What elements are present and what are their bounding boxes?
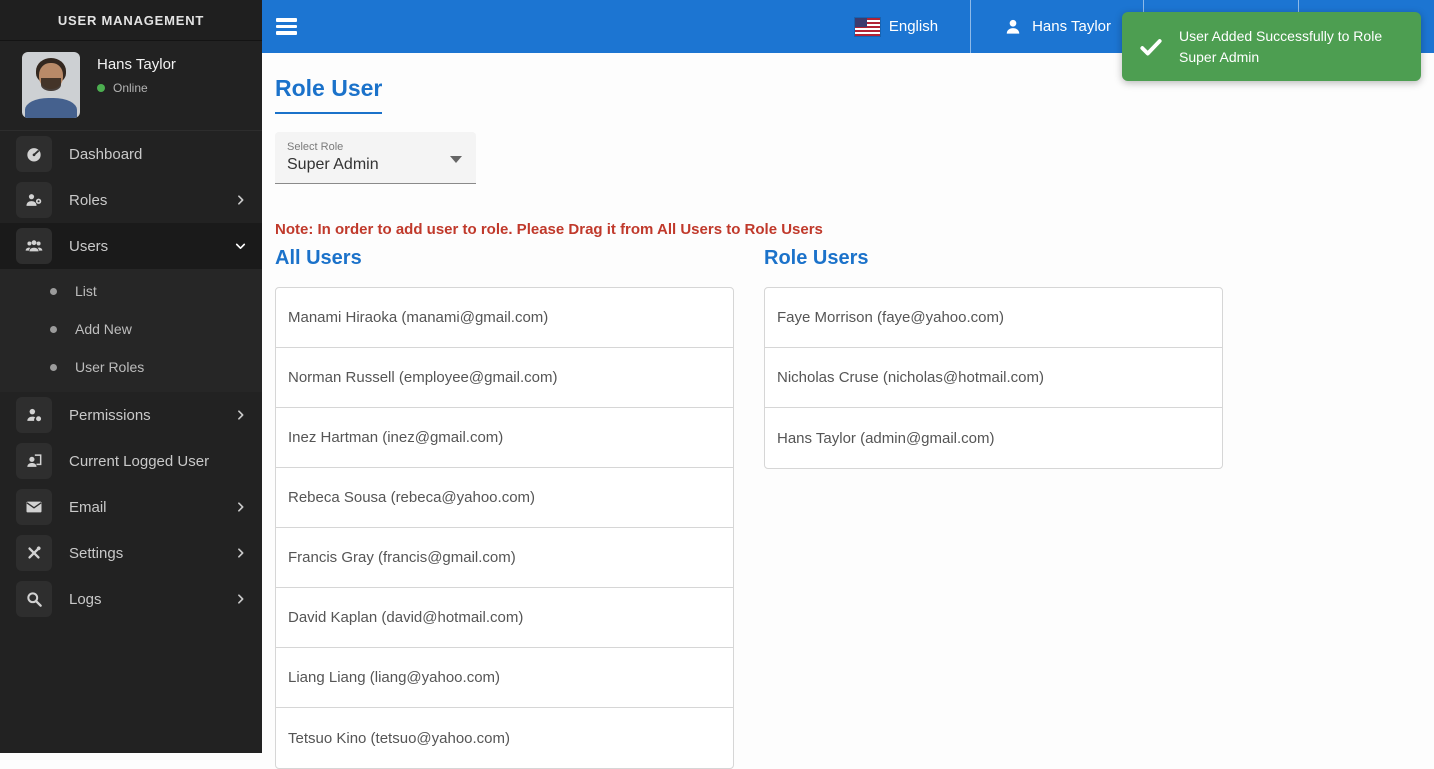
chevron-right-icon bbox=[234, 194, 247, 207]
bullet-icon bbox=[50, 326, 57, 333]
submenu-item-label: Add New bbox=[75, 321, 132, 337]
topbar-user-name: Hans Taylor bbox=[1032, 18, 1111, 35]
chevron-right-icon bbox=[234, 501, 247, 514]
sidebar-item-label: Current Logged User bbox=[69, 453, 209, 470]
toast-message: User Added Successfully to Role Super Ad… bbox=[1179, 26, 1405, 67]
chevron-right-icon bbox=[234, 547, 247, 560]
us-flag-icon bbox=[855, 18, 880, 36]
sidebar-item-email[interactable]: Email bbox=[0, 484, 262, 530]
sidebar-item-permissions[interactable]: Permissions bbox=[0, 392, 262, 438]
user-list-item[interactable]: Hans Taylor (admin@gmail.com) bbox=[765, 408, 1222, 468]
logs-icon bbox=[16, 581, 52, 617]
user-list-item[interactable]: Nicholas Cruse (nicholas@hotmail.com) bbox=[765, 348, 1222, 408]
online-status-label: Online bbox=[113, 81, 148, 95]
sidebar-item-label: Users bbox=[69, 238, 108, 255]
sidebar-item-settings[interactable]: Settings bbox=[0, 530, 262, 576]
role-users-column: Role Users Faye Morrison (faye@yahoo.com… bbox=[764, 247, 1223, 769]
app-title: USER MANAGEMENT bbox=[58, 13, 204, 28]
sidebar-item-current-logged-user[interactable]: Current Logged User bbox=[0, 438, 262, 484]
role-select[interactable]: Select Role Super Admin bbox=[275, 132, 476, 184]
language-selector[interactable]: English bbox=[823, 0, 970, 53]
role-users-title: Role Users bbox=[764, 247, 1223, 270]
sidebar-menu: Dashboard Roles Users List bbox=[0, 131, 262, 622]
toast-notification[interactable]: User Added Successfully to Role Super Ad… bbox=[1122, 12, 1421, 81]
user-icon bbox=[1003, 17, 1023, 37]
sidebar-item-label: Permissions bbox=[69, 407, 151, 424]
all-users-column: All Users Manami Hiraoka (manami@gmail.c… bbox=[275, 247, 734, 769]
user-list-item[interactable]: Inez Hartman (inez@gmail.com) bbox=[276, 408, 733, 468]
online-status-icon bbox=[97, 84, 105, 92]
email-icon bbox=[16, 489, 52, 525]
sidebar: USER MANAGEMENT Hans Taylor Online Dashb… bbox=[0, 0, 262, 753]
submenu-item-list[interactable]: List bbox=[0, 272, 262, 310]
main-content: Role User Select Role Super Admin Note: … bbox=[262, 53, 1434, 753]
all-users-title: All Users bbox=[275, 247, 734, 270]
role-users-list: Faye Morrison (faye@yahoo.com) Nicholas … bbox=[764, 287, 1223, 469]
logged-user-icon bbox=[16, 443, 52, 479]
app-title-bar: USER MANAGEMENT bbox=[0, 0, 262, 41]
users-icon bbox=[16, 228, 52, 264]
avatar bbox=[22, 52, 80, 118]
user-list-item[interactable]: David Kaplan (david@hotmail.com) bbox=[276, 588, 733, 648]
sidebar-item-roles[interactable]: Roles bbox=[0, 177, 262, 223]
topbar-user-menu[interactable]: Hans Taylor bbox=[971, 0, 1143, 53]
dashboard-icon bbox=[16, 136, 52, 172]
user-list-item[interactable]: Manami Hiraoka (manami@gmail.com) bbox=[276, 288, 733, 348]
user-list-item[interactable]: Faye Morrison (faye@yahoo.com) bbox=[765, 288, 1222, 348]
user-list-item[interactable]: Norman Russell (employee@gmail.com) bbox=[276, 348, 733, 408]
all-users-list: Manami Hiraoka (manami@gmail.com) Norman… bbox=[275, 287, 734, 769]
sidebar-item-logs[interactable]: Logs bbox=[0, 576, 262, 622]
role-select-value: Super Admin bbox=[287, 156, 464, 174]
caret-down-icon bbox=[450, 156, 462, 163]
submenu-item-user-roles[interactable]: User Roles bbox=[0, 348, 262, 386]
profile-panel: Hans Taylor Online bbox=[0, 41, 262, 131]
language-label: English bbox=[889, 18, 938, 35]
sidebar-item-label: Email bbox=[69, 499, 107, 516]
drag-note: Note: In order to add user to role. Plea… bbox=[275, 221, 1420, 238]
users-submenu: List Add New User Roles bbox=[0, 269, 262, 392]
sidebar-item-label: Roles bbox=[69, 192, 107, 209]
sidebar-item-label: Settings bbox=[69, 545, 123, 562]
sidebar-item-label: Logs bbox=[69, 591, 102, 608]
submenu-item-label: User Roles bbox=[75, 359, 144, 375]
hamburger-icon[interactable] bbox=[268, 7, 305, 46]
bullet-icon bbox=[50, 364, 57, 371]
sidebar-item-dashboard[interactable]: Dashboard bbox=[0, 131, 262, 177]
chevron-right-icon bbox=[234, 409, 247, 422]
user-list-item[interactable]: Rebeca Sousa (rebeca@yahoo.com) bbox=[276, 468, 733, 528]
roles-icon bbox=[16, 182, 52, 218]
permissions-icon bbox=[16, 397, 52, 433]
chevron-down-icon bbox=[234, 240, 247, 253]
settings-icon bbox=[16, 535, 52, 571]
chevron-right-icon bbox=[234, 593, 247, 606]
sidebar-item-label: Dashboard bbox=[69, 146, 142, 163]
profile-name: Hans Taylor bbox=[97, 56, 176, 73]
check-icon bbox=[1138, 34, 1164, 60]
bullet-icon bbox=[50, 288, 57, 295]
user-list-item[interactable]: Tetsuo Kino (tetsuo@yahoo.com) bbox=[276, 708, 733, 768]
page-title: Role User bbox=[275, 75, 382, 114]
user-list-item[interactable]: Francis Gray (francis@gmail.com) bbox=[276, 528, 733, 588]
sidebar-item-users[interactable]: Users bbox=[0, 223, 262, 269]
submenu-item-label: List bbox=[75, 283, 97, 299]
submenu-item-add-new[interactable]: Add New bbox=[0, 310, 262, 348]
role-select-label: Select Role bbox=[287, 141, 464, 153]
user-list-item[interactable]: Liang Liang (liang@yahoo.com) bbox=[276, 648, 733, 708]
